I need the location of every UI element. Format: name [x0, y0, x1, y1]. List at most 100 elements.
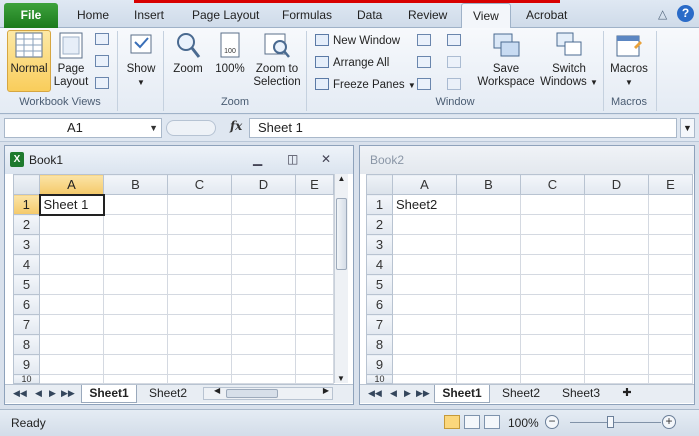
cell[interactable] — [167, 234, 232, 255]
scrollbar-thumb[interactable] — [336, 198, 347, 270]
sheet-tab-sheet2[interactable]: Sheet2 — [141, 385, 195, 403]
prev-sheet-icon[interactable]: ◀ — [390, 388, 397, 399]
cell[interactable] — [456, 194, 521, 215]
row-header[interactable]: 9 — [13, 354, 40, 375]
cell[interactable] — [648, 354, 693, 375]
scrollbar-thumb[interactable] — [226, 389, 278, 398]
cell[interactable] — [584, 354, 649, 375]
custom-views-icon[interactable] — [95, 55, 109, 67]
cell[interactable] — [167, 254, 232, 275]
book1-grid[interactable]: A B C D E 1 Sheet 1 2 3 4 5 6 7 8 9 10 — [13, 174, 334, 384]
cell[interactable] — [648, 214, 693, 235]
cell[interactable] — [456, 234, 521, 255]
book1-vertical-scrollbar[interactable]: ▲ ▼ — [334, 174, 348, 383]
cell[interactable] — [103, 254, 168, 275]
scroll-right-icon[interactable]: ▶ — [323, 386, 329, 395]
show-button[interactable]: Show ▼ — [122, 30, 160, 89]
book1-titlebar[interactable]: X Book1 ▁ ◫ ✕ — [5, 146, 353, 174]
cell[interactable] — [231, 314, 296, 335]
prev-sheet-icon[interactable]: ◀ — [35, 388, 42, 399]
cell[interactable] — [648, 314, 693, 335]
cell[interactable] — [167, 354, 232, 375]
row-header[interactable]: 3 — [13, 234, 40, 255]
cell[interactable] — [584, 194, 649, 215]
cell[interactable] — [584, 294, 649, 315]
cell[interactable] — [584, 334, 649, 355]
cell[interactable] — [520, 354, 585, 375]
insert-function-icon[interactable]: fx — [230, 119, 242, 133]
cell[interactable] — [103, 314, 168, 335]
scroll-left-icon[interactable]: ◀ — [214, 386, 220, 395]
cell[interactable] — [231, 354, 296, 375]
minimize-icon[interactable]: ▁ — [253, 152, 262, 166]
save-workspace-button[interactable]: Save Workspace — [476, 30, 536, 89]
cell[interactable] — [295, 274, 334, 295]
cell[interactable] — [167, 374, 232, 384]
column-header[interactable]: D — [231, 174, 296, 195]
cell[interactable] — [520, 334, 585, 355]
row-header[interactable]: 9 — [366, 354, 393, 375]
cell[interactable] — [584, 214, 649, 235]
help-icon[interactable]: ? — [677, 5, 694, 22]
cell[interactable] — [39, 214, 104, 235]
column-header[interactable]: A — [392, 174, 457, 195]
cell[interactable] — [584, 274, 649, 295]
sheet-tab-sheet3[interactable]: Sheet3 — [554, 385, 608, 403]
page-break-preview-icon[interactable] — [95, 33, 109, 45]
cell-a1[interactable]: Sheet 1 — [38, 193, 105, 216]
tab-file[interactable]: File — [4, 3, 58, 28]
expand-formula-bar-icon[interactable]: ▼ — [680, 118, 695, 138]
cell[interactable] — [39, 314, 104, 335]
cell[interactable] — [520, 294, 585, 315]
cell[interactable] — [103, 234, 168, 255]
cell[interactable] — [456, 374, 521, 384]
cell[interactable] — [39, 374, 104, 384]
page-layout-button[interactable]: Page Layout — [53, 30, 89, 89]
zoom-100-button[interactable]: 100 100% — [212, 30, 248, 76]
cell[interactable] — [456, 274, 521, 295]
cell[interactable] — [295, 234, 334, 255]
cell[interactable] — [456, 214, 521, 235]
cell[interactable] — [392, 214, 457, 235]
column-header[interactable]: B — [103, 174, 168, 195]
cell-a1[interactable]: Sheet2 — [392, 194, 457, 215]
sheet-tab-sheet1[interactable]: Sheet1 — [434, 385, 490, 403]
page-layout-view-icon[interactable] — [464, 415, 480, 429]
cell[interactable] — [167, 214, 232, 235]
row-header[interactable]: 7 — [366, 314, 393, 335]
cell[interactable] — [392, 234, 457, 255]
cell[interactable] — [295, 194, 334, 215]
column-header[interactable]: B — [456, 174, 521, 195]
cell[interactable] — [648, 194, 693, 215]
name-box[interactable]: A1 ▼ — [4, 118, 162, 138]
cell[interactable] — [392, 374, 457, 384]
tab-insert[interactable]: Insert — [134, 6, 164, 26]
hide-icon[interactable] — [417, 56, 431, 68]
cell[interactable] — [295, 354, 334, 375]
cell[interactable] — [39, 354, 104, 375]
close-icon[interactable]: ✕ — [321, 152, 331, 166]
column-header[interactable]: E — [295, 174, 334, 195]
next-sheet-icon[interactable]: ▶ — [404, 388, 411, 399]
split-icon[interactable] — [417, 34, 431, 46]
restore-icon[interactable]: ◫ — [287, 152, 298, 166]
row-header[interactable]: 1 — [13, 194, 40, 215]
row-header[interactable]: 2 — [13, 214, 40, 235]
zoom-level[interactable]: 100% — [508, 416, 539, 430]
cell[interactable] — [103, 194, 168, 215]
cell[interactable] — [392, 314, 457, 335]
cell[interactable] — [648, 294, 693, 315]
zoom-button[interactable]: Zoom — [170, 30, 206, 76]
cell[interactable] — [167, 334, 232, 355]
cell[interactable] — [231, 334, 296, 355]
column-header[interactable]: C — [520, 174, 585, 195]
unhide-icon[interactable] — [417, 78, 431, 90]
cell[interactable] — [103, 334, 168, 355]
row-header[interactable]: 4 — [13, 254, 40, 275]
cell[interactable] — [648, 254, 693, 275]
cell[interactable] — [648, 274, 693, 295]
cell[interactable] — [520, 194, 585, 215]
arrange-all-button[interactable]: Arrange All — [315, 56, 389, 69]
cell[interactable] — [295, 254, 334, 275]
cell[interactable] — [167, 314, 232, 335]
